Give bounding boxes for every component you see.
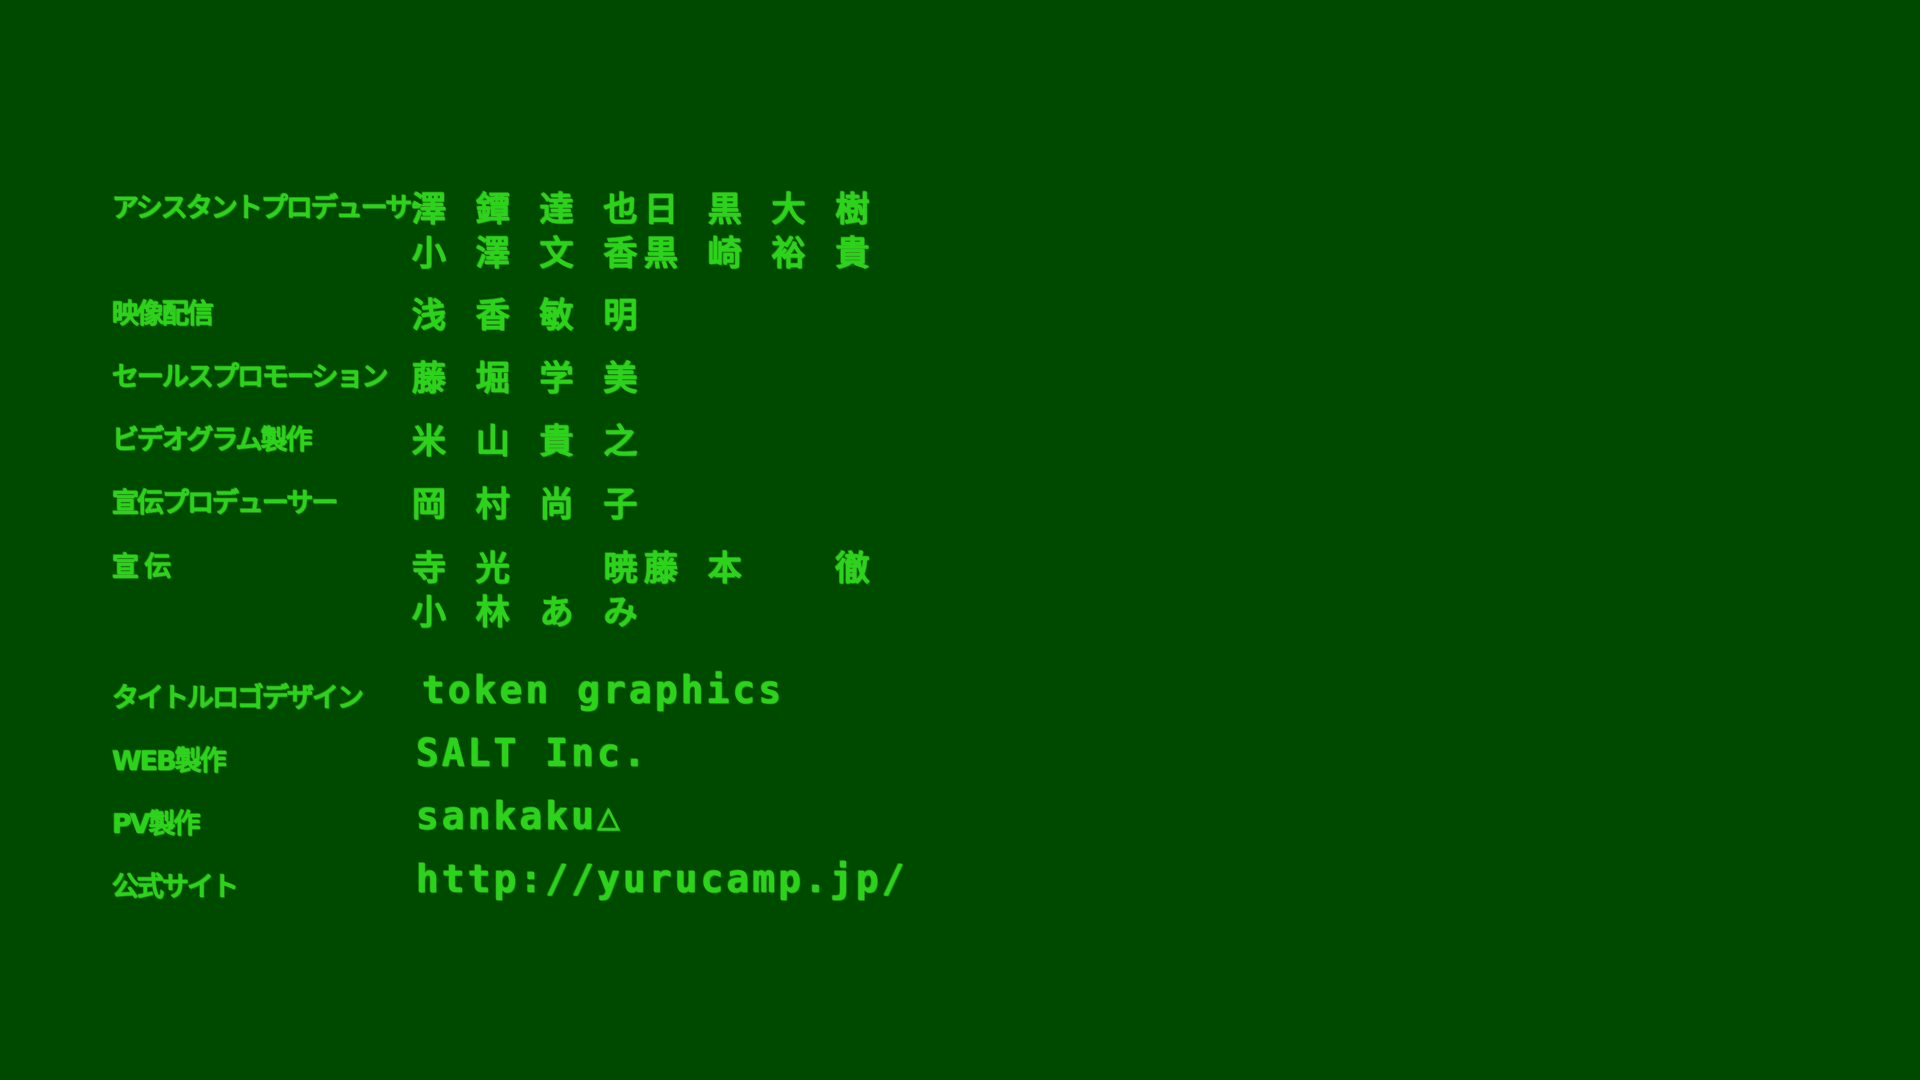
credit-names: 浅 香 敏 明 [412,288,1032,336]
credit-role: 宣 伝 [112,552,171,583]
credit-name: 澤 鐔 達 也 [412,190,647,230]
credit-names: 米 山 貴 之 [412,414,1032,462]
credits-list: アシスタントプロデューサー 澤 鐔 達 也 日 黒 大 樹 小 澤 文 香 黒 … [112,0,1112,1080]
credit-role: PV製作 [112,809,201,840]
credit-value: token graphics [422,668,785,712]
credit-names: 藤 堀 学 美 [412,351,1032,399]
credit-name: 寺 光 暁 [412,549,647,589]
credit-role: 公式サイト [112,872,239,903]
credit-name: 藤 本 徹 [644,549,879,589]
credit-role: アシスタントプロデューサー [112,193,437,224]
credit-role: 宣伝プロデューサー [112,488,338,519]
official-site-url: http://yurucamp.jp/ [416,857,908,901]
credit-names: 澤 鐔 達 也 日 黒 大 樹 小 澤 文 香 黒 崎 裕 貴 [412,182,1032,274]
credit-name: 浅 香 敏 明 [412,296,647,336]
credit-role: セールスプロモーション [112,362,388,393]
credit-names: 寺 光 暁 藤 本 徹 小 林 あ み [412,541,1032,633]
credit-name: 藤 堀 学 美 [412,359,647,399]
credit-names: 岡 村 尚 子 [412,477,1032,525]
credit-name: 小 澤 文 香 [412,234,647,274]
credit-name: 日 黒 大 樹 [644,190,879,230]
credit-name: 小 林 あ み [412,593,647,633]
credit-name: 黒 崎 裕 貴 [644,234,879,274]
credit-name: 米 山 貴 之 [412,422,647,462]
credit-role: 映像配信 [112,299,214,330]
credit-name: 岡 村 尚 子 [412,485,647,525]
credit-value: SALT Inc. [416,731,649,775]
credit-role: タイトルロゴデザイン [112,683,364,714]
credit-role: WEB製作 [112,746,227,777]
credit-value: sankaku△ [416,794,624,838]
credit-role: ビデオグラム製作 [112,425,313,456]
